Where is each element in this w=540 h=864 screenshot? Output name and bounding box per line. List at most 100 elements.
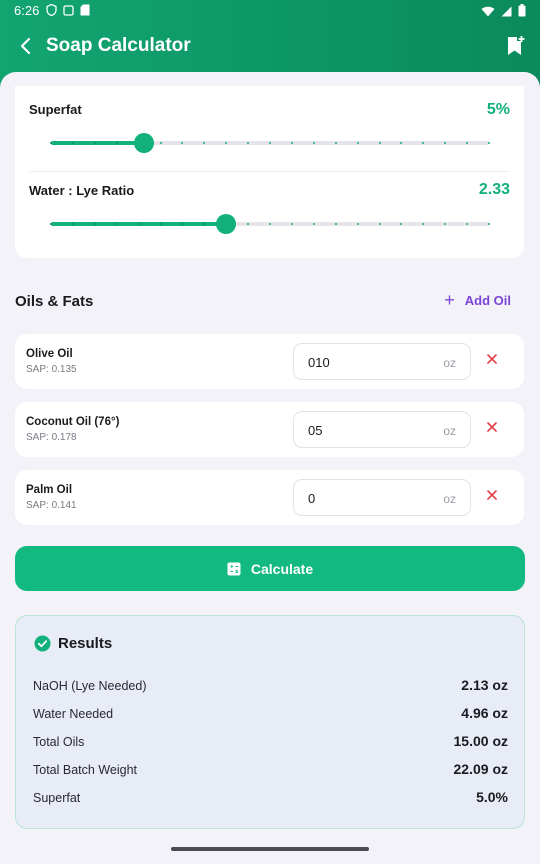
slider-tick — [290, 223, 293, 225]
water-lye-ratio-label: Water : Lye Ratio — [29, 183, 135, 198]
oil-amount-value: 05 — [308, 423, 323, 438]
slider-tick — [422, 142, 425, 144]
oil-row: Palm Oil SAP: 0.141 0 oz — [15, 470, 524, 525]
water-lye-ratio-value: 2.33 — [478, 181, 510, 198]
bookmark-add-icon — [508, 36, 525, 55]
slider-tick — [93, 223, 96, 225]
slider-tick — [181, 142, 184, 144]
close-icon — [487, 422, 497, 432]
oil-name: Palm Oil — [26, 484, 73, 496]
oil-amount-field[interactable]: 0 oz — [293, 479, 471, 516]
status-system-icons — [481, 4, 526, 20]
oil-name: Olive Oil — [26, 348, 73, 360]
slider-tick — [334, 142, 337, 144]
status-bar: 6:26 — [0, 0, 540, 22]
result-value: 5.0% — [476, 789, 508, 805]
slider-tick — [225, 142, 228, 144]
slider-tick — [400, 142, 403, 144]
plus-icon: + — [444, 290, 455, 310]
slider-tick — [312, 142, 315, 144]
slider-tick — [378, 142, 381, 144]
slider-tick — [356, 223, 359, 225]
slider-tick — [159, 223, 162, 225]
back-arrow-icon — [20, 37, 31, 55]
back-button[interactable] — [14, 34, 38, 58]
remove-oil-button[interactable] — [485, 352, 499, 366]
oil-sap: SAP: 0.141 — [26, 500, 77, 511]
calculate-label: Calculate — [250, 560, 314, 577]
slider-tick — [137, 223, 140, 225]
superfat-value: 5% — [486, 101, 510, 118]
slider-tick — [269, 223, 271, 225]
result-value: 4.96 oz — [461, 705, 508, 721]
status-time: 6:26 — [14, 3, 40, 18]
slider-tick — [444, 142, 447, 144]
oil-amount-field[interactable]: 05 oz — [293, 411, 471, 448]
divider — [29, 171, 510, 172]
result-row: Total Oils 15.00 oz — [33, 732, 508, 752]
oil-row: Coconut Oil (76°) SAP: 0.178 05 oz — [15, 402, 524, 457]
remove-oil-button[interactable] — [485, 420, 499, 434]
results-card: Results NaOH (Lye Needed) 2.13 oz Water … — [15, 615, 525, 829]
slider-tick — [290, 142, 293, 144]
slider-tick — [115, 142, 118, 144]
sd-card-icon — [80, 4, 91, 16]
slider-tick — [50, 142, 52, 144]
result-row: NaOH (Lye Needed) 2.13 oz — [33, 676, 508, 696]
add-oil-button[interactable]: + Add Oil — [444, 290, 511, 310]
result-label: NaOH (Lye Needed) — [33, 679, 147, 693]
slider-tick — [269, 142, 271, 144]
result-label: Superfat — [33, 791, 81, 805]
oil-sap: SAP: 0.135 — [26, 364, 77, 375]
page-title: Soap Calculator — [46, 35, 191, 56]
slider-tick — [203, 142, 206, 144]
status-notification-icons — [46, 3, 91, 17]
oil-amount-value: 0 — [308, 491, 316, 506]
result-row: Total Batch Weight 22.09 oz — [33, 760, 508, 780]
slider-tick — [378, 223, 381, 225]
slider-tick — [466, 223, 469, 225]
save-recipe-button[interactable] — [504, 35, 526, 57]
slider-tick — [50, 223, 52, 225]
close-icon — [487, 354, 497, 364]
check-circle-icon — [34, 635, 51, 652]
shield-icon — [46, 3, 57, 17]
oil-unit-suffix: oz — [443, 424, 456, 438]
screenshot-icon — [63, 4, 74, 16]
parameters-card: Superfat 5% Water : Lye Ratio 2.33 — [15, 86, 524, 258]
water-lye-ratio-slider-thumb[interactable] — [216, 214, 237, 234]
slider-tick — [71, 142, 74, 144]
oil-row: Olive Oil SAP: 0.135 010 oz — [15, 334, 524, 389]
calculator-icon — [227, 562, 241, 575]
slider-tick — [93, 142, 96, 144]
remove-oil-button[interactable] — [485, 488, 499, 502]
slider-tick — [466, 142, 469, 144]
slider-tick — [115, 223, 118, 225]
oil-unit-suffix: oz — [443, 356, 456, 370]
oil-amount-value: 010 — [308, 355, 330, 370]
close-icon — [487, 490, 497, 500]
results-title: Results — [58, 635, 113, 652]
water-lye-ratio-slider[interactable] — [50, 214, 490, 234]
calculate-button[interactable]: Calculate — [15, 546, 525, 591]
home-indicator[interactable] — [171, 847, 369, 851]
oil-amount-field[interactable]: 010 oz — [293, 343, 471, 380]
slider-tick — [400, 223, 403, 225]
oils-section-title: Oils & Fats — [15, 293, 94, 310]
result-label: Total Batch Weight — [33, 763, 137, 777]
slider-tick — [488, 142, 490, 144]
slider-tick — [71, 223, 74, 225]
slider-tick — [356, 142, 359, 144]
oil-sap: SAP: 0.178 — [26, 432, 77, 443]
result-row: Water Needed 4.96 oz — [33, 704, 508, 724]
oil-name: Coconut Oil (76°) — [26, 416, 120, 428]
result-label: Water Needed — [33, 707, 114, 721]
slider-tick — [422, 223, 425, 225]
result-value: 22.09 oz — [453, 761, 508, 777]
superfat-slider-thumb[interactable] — [134, 133, 155, 153]
battery-icon — [518, 4, 526, 20]
superfat-label: Superfat — [29, 102, 82, 117]
result-value: 15.00 oz — [453, 733, 508, 749]
slider-tick — [247, 142, 250, 144]
superfat-slider[interactable] — [50, 133, 490, 153]
